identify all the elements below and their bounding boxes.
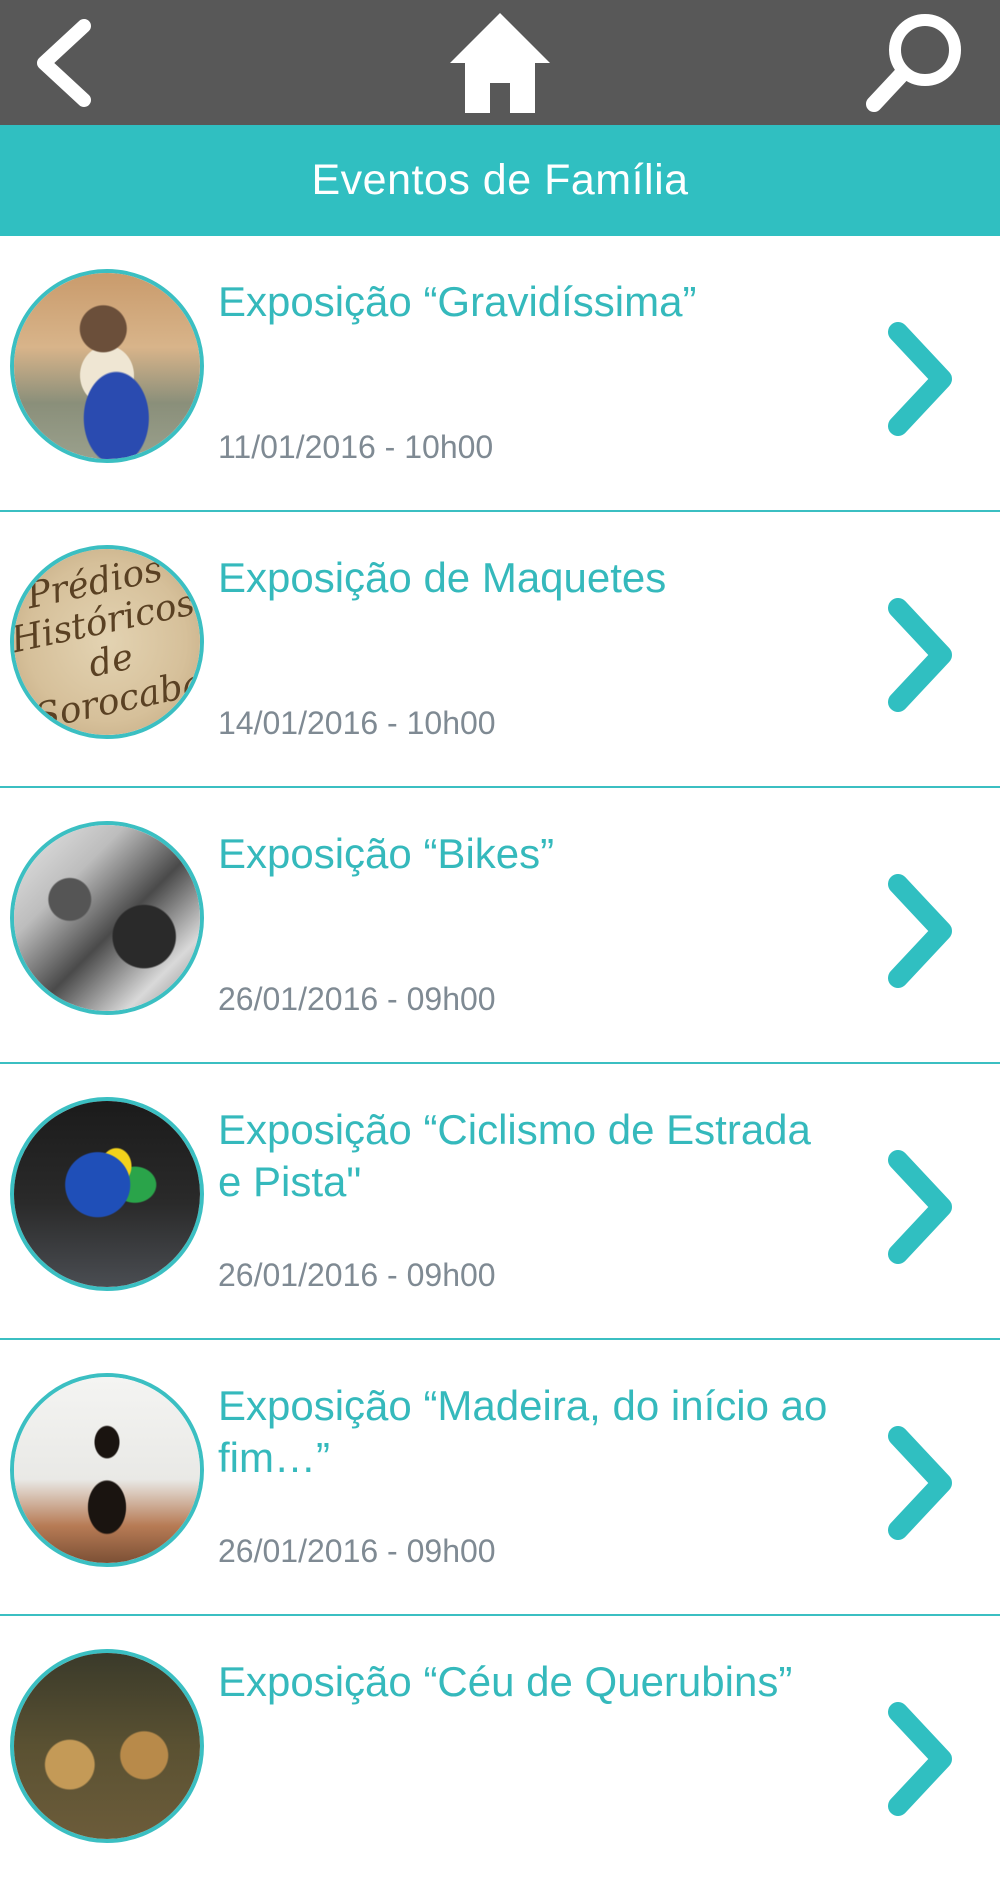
chevron-right-icon[interactable]: [880, 590, 960, 720]
event-date: 26/01/2016 - 09h00: [218, 1533, 496, 1569]
section-title-bar: Eventos de Família: [0, 125, 1000, 236]
home-icon: [450, 12, 550, 113]
event-date: 26/01/2016 - 09h00: [218, 981, 496, 1017]
event-title: Exposição “Madeira, do início ao fim…”: [218, 1382, 828, 1481]
event-title: Exposição “Céu de Querubins”: [218, 1658, 793, 1705]
top-navigation-bar: [0, 0, 1000, 125]
event-thumbnail: Prédios Históricos de Sorocaba: [10, 545, 204, 739]
section-title: Eventos de Família: [311, 156, 689, 204]
search-icon: [866, 13, 961, 112]
event-thumbnail: [10, 1097, 204, 1291]
chevron-right-icon[interactable]: [880, 1418, 960, 1548]
chevron-right-icon[interactable]: [880, 1142, 960, 1272]
event-title: Exposição de Maquetes: [218, 554, 667, 601]
event-date: 26/01/2016 - 09h00: [218, 1257, 496, 1293]
event-list-item[interactable]: Exposição “Madeira, do início ao fim…” 2…: [0, 1340, 1000, 1616]
event-title: Exposição “Gravidíssima”: [218, 278, 697, 325]
chevron-left-icon: [37, 18, 91, 107]
event-list-item[interactable]: Exposição “Ciclismo de Estrada e Pista" …: [0, 1064, 1000, 1340]
event-title: Exposição “Bikes”: [218, 830, 555, 877]
event-list-item[interactable]: Exposição “Gravidíssima” 11/01/2016 - 10…: [0, 236, 1000, 512]
event-date: 11/01/2016 - 10h00: [218, 429, 494, 465]
search-button[interactable]: [855, 0, 975, 125]
chevron-right-icon[interactable]: [880, 314, 960, 444]
event-thumbnail: [10, 1649, 204, 1843]
back-button[interactable]: [14, 0, 114, 125]
chevron-right-icon[interactable]: [880, 866, 960, 996]
event-list-item[interactable]: Exposição “Céu de Querubins”: [0, 1616, 1000, 1892]
event-thumbnail: [10, 1373, 204, 1567]
event-thumbnail: [10, 269, 204, 463]
chevron-right-icon[interactable]: [880, 1694, 960, 1824]
event-date: 14/01/2016 - 10h00: [218, 705, 496, 741]
event-list: Exposição “Gravidíssima” 11/01/2016 - 10…: [0, 236, 1000, 1892]
event-list-item[interactable]: Prédios Históricos de Sorocaba Exposição…: [0, 512, 1000, 788]
thumbnail-caption: Prédios Históricos de Sorocaba: [10, 548, 204, 739]
home-button[interactable]: [440, 0, 560, 125]
event-thumbnail: [10, 821, 204, 1015]
event-list-item[interactable]: Exposição “Bikes” 26/01/2016 - 09h00: [0, 788, 1000, 1064]
event-title: Exposição “Ciclismo de Estrada e Pista": [218, 1106, 811, 1205]
